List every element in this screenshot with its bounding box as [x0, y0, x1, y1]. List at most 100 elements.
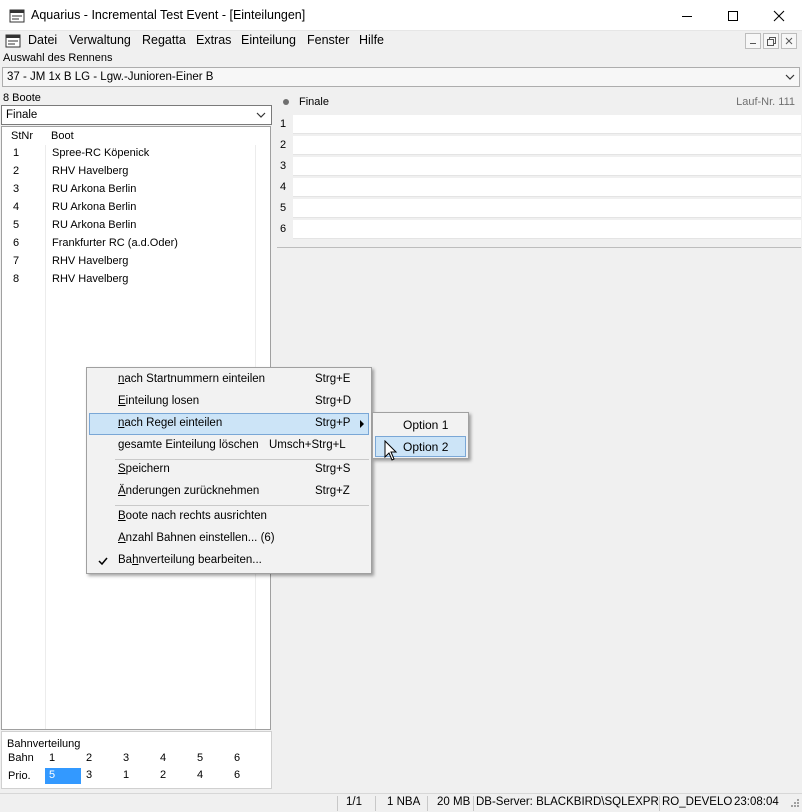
app-icon[interactable]	[9, 8, 25, 24]
lane-bahn-cell: 3	[123, 752, 130, 764]
status-memory: 20 MB	[437, 796, 471, 808]
lane-drop-field[interactable]	[293, 115, 801, 134]
list-item[interactable]: 3 RU Arkona Berlin	[2, 181, 270, 199]
heat-name: Finale	[299, 96, 329, 108]
menu-item-label: gesamte Einteilung löschen	[118, 439, 259, 451]
list-item[interactable]: 7 RHV Havelberg	[2, 253, 270, 271]
menu-hilfe[interactable]: Hilfe	[359, 33, 384, 47]
close-icon	[785, 37, 793, 45]
lane-drop-field[interactable]	[293, 136, 801, 155]
menu-item-label: nach Startnummern einteilen	[118, 373, 266, 385]
maximize-button[interactable]	[710, 0, 756, 31]
round-select-value: Finale	[6, 109, 38, 121]
menu-item-gesamte-einteilung-loeschen[interactable]: gesamte Einteilung löschen Umsch+Strg+L	[89, 435, 369, 457]
menu-item-shortcut: Strg+D	[315, 395, 352, 407]
boat-stnr: 8	[13, 273, 20, 285]
list-item[interactable]: 4 RU Arkona Berlin	[2, 199, 270, 217]
maximize-icon	[728, 10, 738, 21]
boat-stnr: 1	[13, 147, 20, 159]
lane-bahn-cell: 4	[160, 752, 167, 764]
menu-item-label: nach Regel einteilen	[118, 417, 223, 429]
list-item[interactable]: 2 RHV Havelberg	[2, 163, 270, 181]
menu-item-boote-ausrichten[interactable]: Boote nach rechts ausrichten	[89, 506, 369, 528]
boat-name: RU Arkona Berlin	[52, 201, 137, 213]
lane-number: 4	[280, 181, 287, 193]
lane-bahn-cell: 2	[86, 752, 93, 764]
status-db-name: RO_DEVELOP	[662, 796, 732, 808]
menu-regatta[interactable]: Regatta	[142, 33, 186, 47]
menu-extras[interactable]: Extras	[196, 33, 231, 47]
submenu-item-option-1[interactable]: Option 1	[375, 414, 466, 435]
boat-stnr: 4	[13, 201, 20, 213]
lane-distribution: Bahnverteilung Bahn Prio. 1 2 3 4 5 6 5 …	[1, 731, 272, 789]
menu-item-shortcut: Strg+S	[315, 463, 351, 475]
menu-item-nach-regel[interactable]: nach Regel einteilen Strg+P	[89, 413, 369, 435]
menu-item-shortcut: Umsch+Strg+L	[269, 439, 346, 451]
context-menu: nach Startnummern einteilen Strg+E Einte…	[86, 367, 372, 574]
lane-number: 3	[280, 160, 287, 172]
title-bar[interactable]: Aquarius - Incremental Test Event - [Ein…	[0, 0, 802, 31]
boat-list-header: StNr Boot	[2, 127, 270, 145]
lane-prio-cell[interactable]: 4	[193, 768, 229, 784]
boat-stnr: 2	[13, 165, 20, 177]
boat-stnr: 6	[13, 237, 20, 249]
lane-drop-field[interactable]	[293, 157, 801, 176]
minimize-button[interactable]	[664, 0, 710, 31]
lane-prio-cell[interactable]: 1	[119, 768, 155, 784]
list-item[interactable]: 5 RU Arkona Berlin	[2, 217, 270, 235]
heat-lauf-nr: Lauf-Nr. 111	[736, 96, 795, 108]
lane-row[interactable]: 1	[277, 114, 801, 135]
menu-item-shortcut: Strg+P	[315, 417, 351, 429]
column-header-stnr[interactable]: StNr	[11, 130, 33, 142]
lane-row[interactable]: 2	[277, 135, 801, 156]
list-item[interactable]: 1 Spree-RC Köpenick	[2, 145, 270, 163]
lane-row[interactable]: 5	[277, 198, 801, 219]
lane-drop-field[interactable]	[293, 220, 801, 239]
list-item[interactable]: 6 Frankfurter RC (a.d.Oder)	[2, 235, 270, 253]
close-button[interactable]	[756, 0, 802, 31]
chevron-down-icon	[785, 74, 795, 80]
mdi-close-button[interactable]	[781, 33, 797, 49]
lane-prio-cell[interactable]: 6	[230, 768, 266, 784]
lane-prio-cell[interactable]: 3	[82, 768, 118, 784]
lane-number: 5	[280, 202, 287, 214]
list-item[interactable]: 8 RHV Havelberg	[2, 271, 270, 289]
menu-fenster[interactable]: Fenster	[307, 33, 349, 47]
lane-drop-field[interactable]	[293, 199, 801, 218]
boat-stnr: 5	[13, 219, 20, 231]
lane-prio-cell-selected[interactable]: 5	[45, 768, 81, 784]
lane-row[interactable]: 3	[277, 156, 801, 177]
menu-einteilung[interactable]: Einteilung	[241, 33, 296, 47]
menu-item-aenderungen-zuruecknehmen[interactable]: Änderungen zurücknehmen Strg+Z	[89, 481, 369, 503]
menu-datei[interactable]: Datei	[28, 33, 57, 47]
lane-number: 1	[280, 118, 287, 130]
resize-grip-icon[interactable]	[788, 798, 800, 810]
menu-item-einteilung-losen[interactable]: Einteilung losen Strg+D	[89, 391, 369, 413]
minimize-icon	[750, 43, 756, 44]
boat-name: RHV Havelberg	[52, 165, 129, 177]
menu-item-anzahl-bahnen[interactable]: Anzahl Bahnen einstellen... (6)	[89, 528, 369, 550]
menu-verwaltung[interactable]: Verwaltung	[69, 33, 131, 47]
mdi-minimize-button[interactable]	[745, 33, 761, 49]
lane-row[interactable]: 4	[277, 177, 801, 198]
document-icon[interactable]	[5, 33, 21, 49]
lane-drop-field[interactable]	[293, 178, 801, 197]
submenu-item-label: Option 1	[403, 418, 449, 432]
round-select[interactable]: Finale	[1, 105, 272, 125]
menu-item-shortcut: Strg+E	[315, 373, 351, 385]
lane-prio-cell[interactable]: 2	[156, 768, 192, 784]
lane-bahn-cell: 5	[197, 752, 204, 764]
boat-name: RHV Havelberg	[52, 273, 129, 285]
lane-bahn-cell: 6	[234, 752, 241, 764]
race-select[interactable]: 37 - JM 1x B LG - Lgw.-Junioren-Einer B	[2, 67, 800, 87]
column-header-boot[interactable]: Boot	[51, 130, 74, 142]
lane-row[interactable]: 6	[277, 219, 801, 240]
boat-stnr: 3	[13, 183, 20, 195]
menu-item-nach-startnummern[interactable]: nach Startnummern einteilen Strg+E	[89, 369, 369, 391]
minimize-icon	[682, 15, 692, 17]
menu-item-speichern[interactable]: Speichern Strg+S	[89, 459, 369, 481]
mdi-restore-button[interactable]	[763, 33, 779, 49]
menu-item-bahnverteilung-bearbeiten[interactable]: Bahnverteilung bearbeiten...	[89, 550, 369, 572]
submenu-item-label: Option 2	[403, 440, 449, 454]
boat-name: RHV Havelberg	[52, 255, 129, 267]
